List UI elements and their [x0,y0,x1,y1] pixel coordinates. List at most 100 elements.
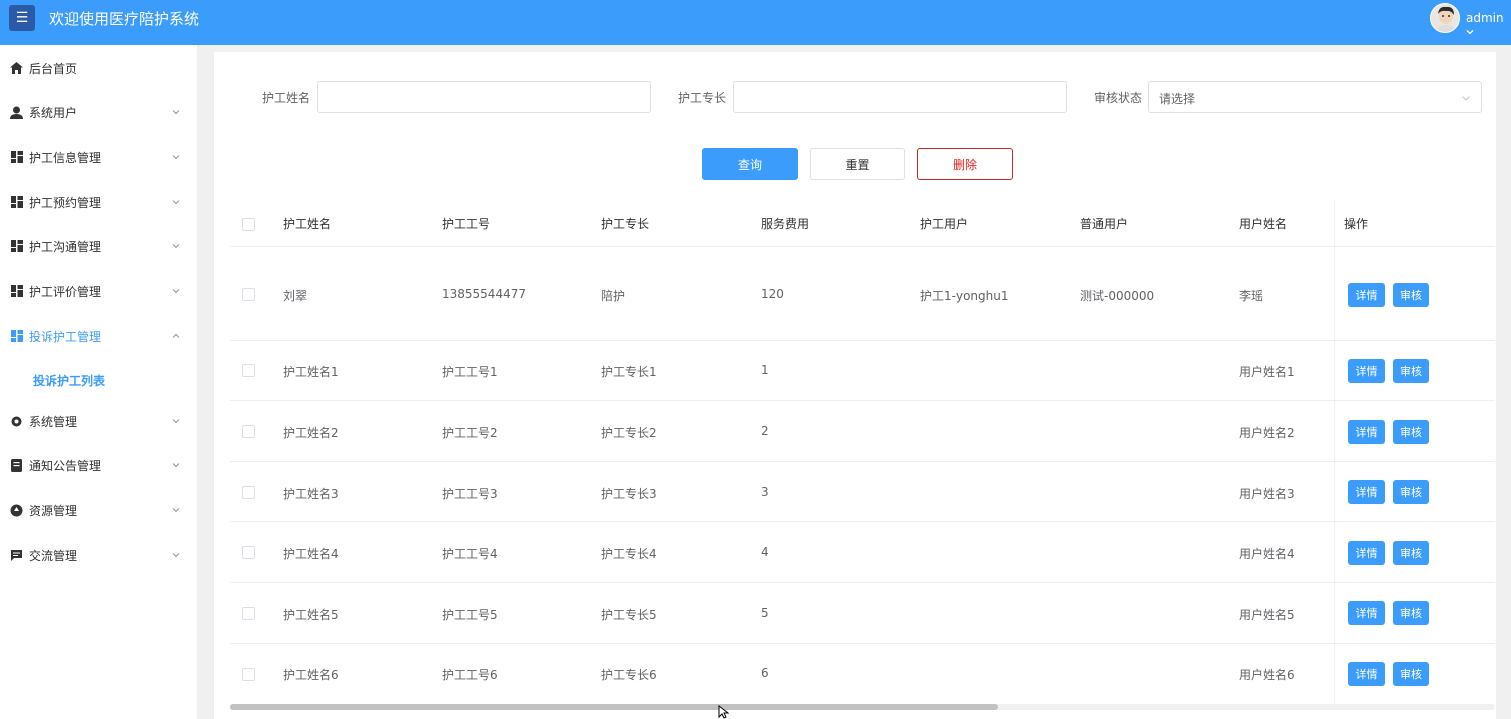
cell-fee: 5 [761,606,769,620]
chevron-up-icon [172,333,180,338]
cell-user-name: 用户姓名3 [1239,487,1295,501]
horizontal-scrollbar-thumb[interactable] [230,704,998,710]
audit-button[interactable]: 审核 [1393,283,1429,307]
column-header: 普通用户 [1080,217,1129,231]
detail-button[interactable]: 详情 [1348,541,1385,565]
sidebar-item-system-management[interactable]: 系统管理 [0,399,197,443]
sidebar-item-label: 护工沟通管理 [29,239,102,254]
document-icon [10,458,23,472]
query-button[interactable]: 查询 [702,148,798,180]
sidebar-item-label: 系统管理 [29,414,78,429]
column-header: 用户姓名 [1239,217,1288,231]
detail-button[interactable]: 详情 [1348,662,1385,686]
cell-specialty: 陪护 [601,289,626,303]
row-checkbox[interactable] [242,607,255,620]
caregiver-specialty-input[interactable] [733,81,1067,113]
home-icon [10,62,23,75]
grid-icon [10,240,23,253]
detail-button[interactable]: 详情 [1348,601,1385,625]
menu-toggle-icon[interactable]: ☰ [9,5,35,31]
cell-caregiver-id: 护工工号5 [442,608,498,622]
audit-button[interactable]: 审核 [1393,601,1429,625]
cell-caregiver-name: 护工姓名4 [283,547,339,561]
cell-user-name: 用户姓名1 [1239,365,1295,379]
cell-specialty: 护工专长2 [601,426,657,440]
grid-icon [10,285,23,298]
sidebar-item-caregiver-booking[interactable]: 护工预约管理 [0,180,197,224]
caregiver-name-input[interactable] [317,81,651,113]
cell-user-name: 用户姓名6 [1239,668,1295,682]
cell-fee: 6 [761,666,769,680]
detail-button[interactable]: 详情 [1348,283,1385,307]
row-checkbox[interactable] [242,425,255,438]
cell-caregiver-user: 护工1-yonghu1 [920,289,1009,303]
mouse-cursor-icon [718,705,729,719]
sidebar-item-caregiver-review[interactable]: 护工评价管理 [0,269,197,313]
sidebar-item-exchange[interactable]: 交流管理 [0,533,197,577]
cell-caregiver-name: 护工姓名2 [283,426,339,440]
top-header: ☰ 欢迎使用医疗陪护系统 admin [0,0,1511,45]
reset-button[interactable]: 重置 [810,148,905,180]
cell-caregiver-id: 13855544477 [442,287,526,301]
column-header: 护工工号 [442,217,491,231]
chevron-down-icon [172,508,180,513]
sidebar-item-notice[interactable]: 通知公告管理 [0,443,197,487]
sidebar-item-label: 护工评价管理 [29,284,102,299]
select-all-checkbox[interactable] [242,218,255,231]
chevron-down-icon [172,419,180,424]
row-checkbox[interactable] [242,546,255,559]
detail-button[interactable]: 详情 [1348,359,1385,383]
resource-icon [10,504,23,517]
audit-button[interactable]: 审核 [1393,541,1429,565]
sidebar-subitem-complaint-list[interactable]: 投诉护工列表 [33,372,105,389]
cell-caregiver-name: 刘翠 [283,289,308,303]
row-checkbox[interactable] [242,364,255,377]
delete-button[interactable]: 删除 [917,148,1013,180]
cell-normal-user: 测试-000000 [1080,289,1155,303]
fixed-column-shadow [1334,200,1336,705]
column-header: 护工姓名 [283,217,332,231]
cell-caregiver-name: 护工姓名3 [283,487,339,501]
row-checkbox[interactable] [242,486,255,499]
audit-status-placeholder: 请选择 [1159,92,1196,106]
avatar-image [1431,4,1459,32]
sidebar-item-complaint[interactable]: 投诉护工管理 [0,314,197,358]
chevron-down-icon [172,244,180,249]
audit-button[interactable]: 审核 [1393,359,1429,383]
audit-button[interactable]: 审核 [1393,480,1429,504]
app-title: 欢迎使用医疗陪护系统 [49,10,200,28]
row-checkbox[interactable] [242,668,255,681]
cell-caregiver-id: 护工工号2 [442,426,498,440]
cell-caregiver-id: 护工工号4 [442,547,498,561]
audit-button[interactable]: 审核 [1393,662,1429,686]
detail-button[interactable]: 详情 [1348,480,1385,504]
sidebar-item-label: 通知公告管理 [29,458,102,473]
sidebar-item-system-users[interactable]: 系统用户 [0,90,197,134]
chat-icon [10,549,23,562]
caregiver-name-label: 护工姓名 [262,91,311,105]
sidebar-item-resource[interactable]: 资源管理 [0,488,197,532]
user-menu[interactable]: admin [1466,11,1511,39]
audit-button[interactable]: 审核 [1393,420,1429,444]
detail-button[interactable]: 详情 [1348,420,1385,444]
row-divider [230,246,1495,247]
user-icon [10,106,23,119]
cell-caregiver-id: 护工工号1 [442,365,498,379]
sidebar-item-label: 系统用户 [29,105,78,120]
row-divider [230,461,1495,462]
chevron-down-icon [172,200,180,205]
cell-user-name: 李瑶 [1239,289,1264,303]
audit-status-select[interactable]: 请选择 [1148,81,1482,113]
cell-specialty: 护工专长6 [601,668,657,682]
gear-icon [10,415,23,428]
sidebar-item-label: 投诉护工管理 [29,329,102,344]
cell-user-name: 用户姓名2 [1239,426,1295,440]
user-name: admin [1466,11,1504,25]
chevron-down-icon [172,463,180,468]
sidebar-item-caregiver-communication[interactable]: 护工沟通管理 [0,224,197,268]
sidebar-item-home[interactable]: 后台首页 [0,46,197,90]
row-checkbox[interactable] [242,288,255,301]
user-avatar[interactable] [1430,3,1460,33]
sidebar-item-label: 护工预约管理 [29,195,102,210]
sidebar-item-caregiver-info[interactable]: 护工信息管理 [0,135,197,179]
